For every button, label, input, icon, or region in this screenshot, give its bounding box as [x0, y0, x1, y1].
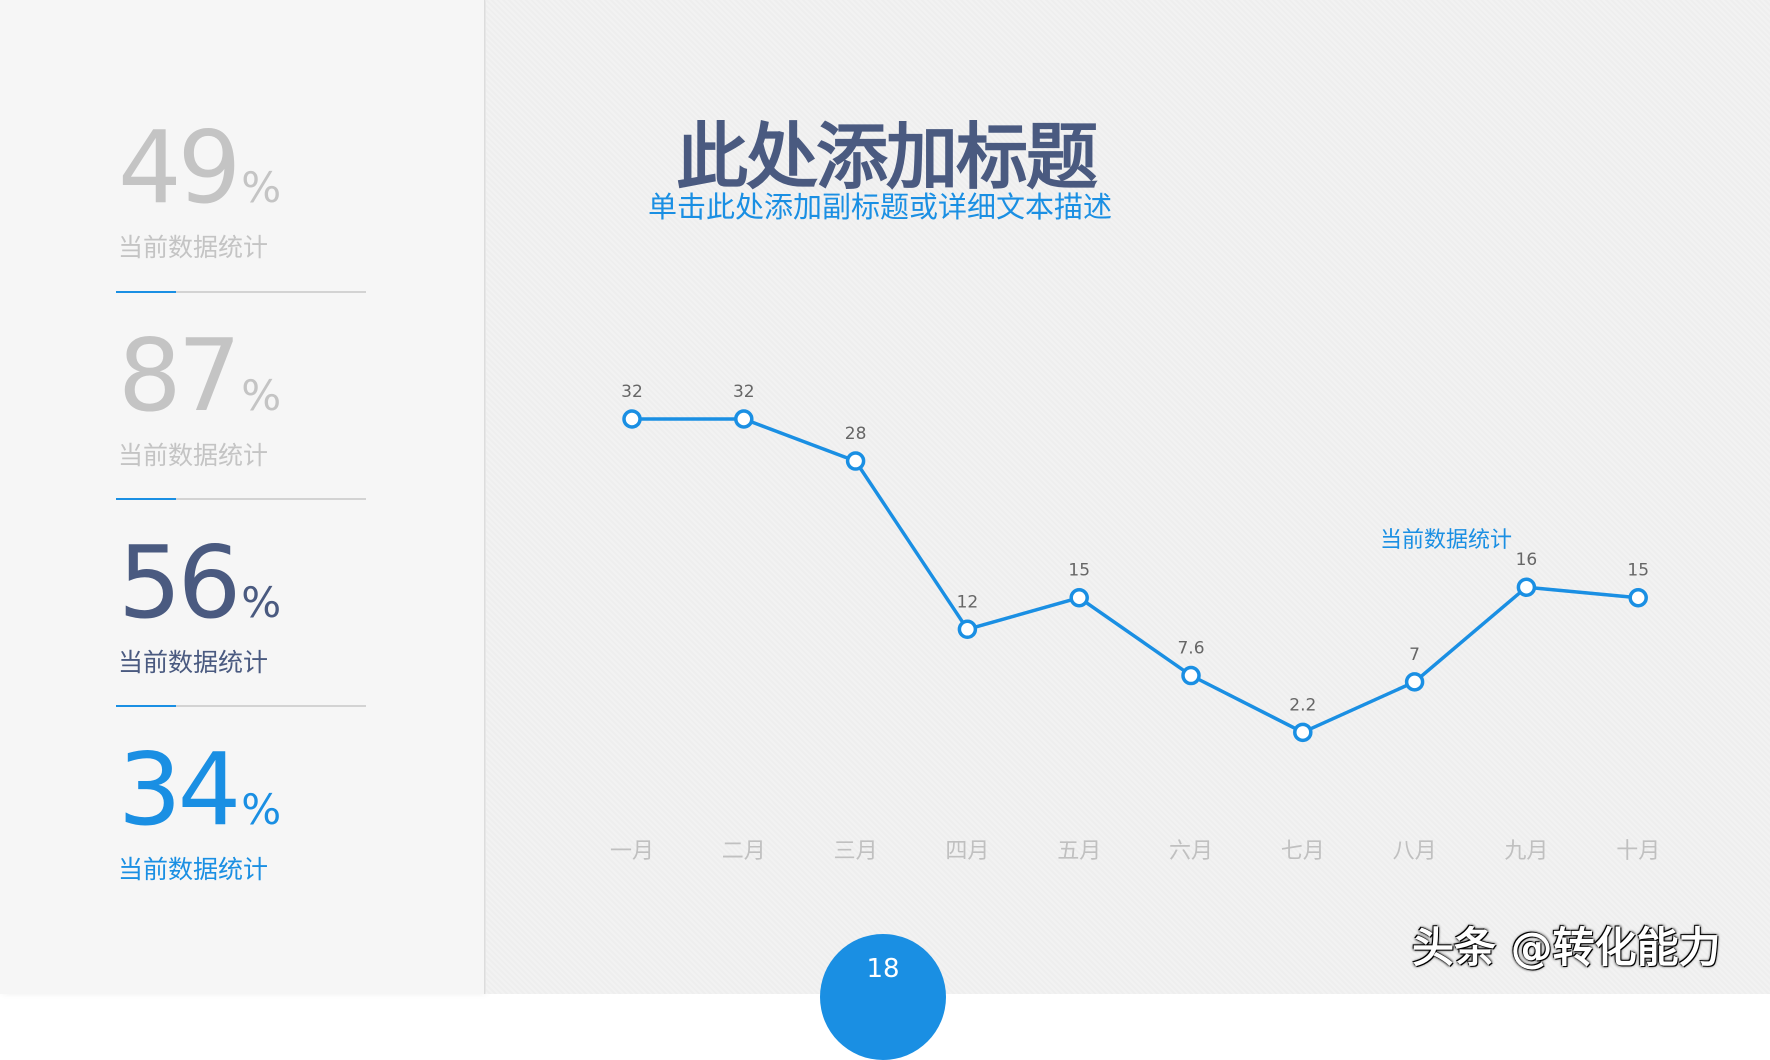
slide: 49 % 当前数据统计 87 % 当前数据统计 56 % 当前数据统计 34 %…: [0, 0, 1770, 1060]
watermark: 头条 @转化能力: [1412, 923, 1721, 972]
data-point: [1069, 587, 1089, 608]
x-tick-label: 七月: [1281, 839, 1325, 864]
data-label: 15: [1627, 561, 1649, 581]
data-label: 2.2: [1289, 695, 1316, 715]
x-tick-label: 十月: [1616, 839, 1660, 864]
data-label: 7: [1409, 645, 1420, 665]
line-chart: 32一月32二月28三月12四月15五月7.6六月2.2七月7八月16九月15十…: [610, 382, 1660, 864]
data-label: 32: [621, 382, 643, 402]
data-point: [1293, 722, 1313, 743]
data-point: [1516, 577, 1537, 597]
x-tick-label: 四月: [945, 839, 989, 864]
x-tick-label: 九月: [1504, 839, 1548, 864]
data-point: [1628, 587, 1648, 608]
x-tick-label: 八月: [1393, 839, 1437, 864]
page-number: 18: [820, 934, 946, 1060]
data-point: [845, 451, 866, 471]
data-label: 15: [1068, 561, 1090, 581]
data-label: 32: [733, 382, 755, 402]
series-line: [632, 417, 1639, 735]
data-point: [622, 409, 642, 429]
x-tick-label: 二月: [722, 839, 766, 864]
series-label: 当前数据统计: [1380, 528, 1513, 553]
data-point: [1404, 672, 1425, 692]
x-tick-label: 五月: [1057, 839, 1101, 864]
x-tick-label: 一月: [610, 839, 654, 864]
data-point: [1181, 665, 1201, 686]
data-point: [957, 619, 978, 640]
x-tick-label: 三月: [834, 839, 878, 864]
data-label: 12: [957, 592, 979, 612]
x-tick-label: 六月: [1169, 839, 1213, 864]
data-label: 28: [845, 424, 867, 444]
data-point: [734, 409, 754, 429]
data-label: 7.6: [1177, 639, 1204, 659]
